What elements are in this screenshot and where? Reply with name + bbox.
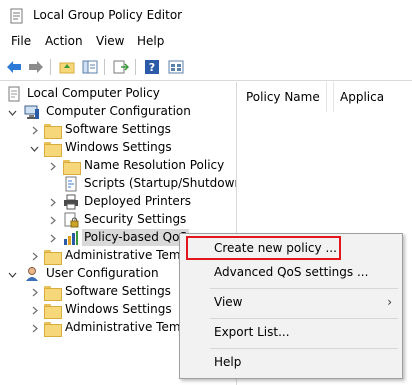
- collapsed-chevron-icon[interactable]: [46, 157, 58, 175]
- toolbar-separator: [50, 59, 51, 75]
- submenu-chevron-icon: ›: [387, 295, 392, 309]
- tree-node-label-selected: Policy-based QoS: [82, 229, 190, 246]
- toolbar: ?: [0, 53, 412, 81]
- tree-node-windows-settings[interactable]: Windows Settings: [0, 139, 236, 157]
- collapsed-chevron-icon[interactable]: [28, 301, 40, 319]
- menu-separator: [210, 288, 398, 289]
- tree-node-label: Windows Settings: [65, 302, 172, 316]
- menu-file[interactable]: File: [11, 34, 31, 48]
- column-header-policy-name[interactable]: Policy Name: [246, 82, 320, 112]
- folder-icon: [44, 122, 62, 139]
- folder-icon: [44, 248, 62, 265]
- user-icon: [24, 266, 40, 282]
- collapsed-chevron-icon[interactable]: [28, 247, 40, 265]
- up-folder-icon[interactable]: [57, 57, 77, 77]
- tree-node-label: Administrative Templ: [65, 248, 192, 262]
- qos-bar-chart-icon: [63, 230, 79, 246]
- tree-node-name-resolution-policy[interactable]: Name Resolution Policy: [0, 157, 236, 175]
- column-header-application[interactable]: Applica: [340, 82, 384, 112]
- expanded-chevron-icon[interactable]: [6, 103, 18, 121]
- tree-node-label: Deployed Printers: [84, 194, 192, 208]
- menu-separator: [210, 348, 398, 349]
- column-divider[interactable]: [333, 82, 334, 112]
- collapsed-chevron-icon[interactable]: [28, 121, 40, 139]
- collapsed-chevron-icon[interactable]: [46, 193, 58, 211]
- menu-action[interactable]: Action: [45, 34, 83, 48]
- tree-node-label: Windows Settings: [65, 140, 172, 154]
- tree-node-label: Security Settings: [84, 212, 187, 226]
- export-list-icon[interactable]: [111, 57, 131, 77]
- tree-node-label: Administrative Templ: [65, 320, 192, 334]
- tree-node-deployed-printers[interactable]: Deployed Printers: [0, 193, 236, 211]
- folder-icon: [63, 158, 81, 175]
- tree-node-local-computer-policy[interactable]: Local Computer Policy: [0, 85, 236, 103]
- tree-node-label: Software Settings: [65, 122, 171, 136]
- column-divider[interactable]: [326, 82, 327, 112]
- menu-item-view[interactable]: View ›: [180, 291, 402, 313]
- collapsed-chevron-icon[interactable]: [46, 229, 58, 247]
- tree-node-computer-configuration[interactable]: Computer Configuration: [0, 103, 236, 121]
- window-title: Local Group Policy Editor: [33, 8, 183, 22]
- tree-node-security-settings[interactable]: Security Settings: [0, 211, 236, 229]
- folder-icon: [44, 140, 62, 157]
- computer-icon: [24, 104, 40, 120]
- tree-node-scripts[interactable]: Scripts (Startup/Shutdown): [0, 175, 237, 193]
- collapsed-chevron-icon[interactable]: [28, 319, 40, 337]
- tree-node-label: Local Computer Policy: [27, 86, 160, 100]
- tree-node-label: Name Resolution Policy: [84, 158, 225, 172]
- group-policy-app-icon: [9, 8, 25, 24]
- menu-view[interactable]: View: [96, 34, 124, 48]
- collapsed-chevron-icon[interactable]: [46, 211, 58, 229]
- policy-document-icon: [6, 86, 22, 102]
- annotation-highlight-box: [186, 236, 341, 260]
- menu-item-advanced-qos-settings[interactable]: Advanced QoS settings ...: [180, 261, 402, 283]
- help-icon[interactable]: ?: [142, 57, 162, 77]
- scripts-icon: [63, 176, 79, 192]
- show-hide-tree-icon[interactable]: [80, 57, 100, 77]
- tree-node-label: User Configuration: [46, 266, 159, 280]
- tree-node-label: Scripts (Startup/Shutdown): [84, 176, 237, 190]
- collapsed-chevron-icon[interactable]: [28, 283, 40, 301]
- printer-icon: [63, 194, 79, 210]
- menu-item-view-label: View: [214, 295, 243, 309]
- svg-text:?: ?: [149, 61, 155, 74]
- expanded-chevron-icon[interactable]: [6, 265, 18, 283]
- toolbar-separator: [104, 59, 105, 75]
- menu-separator: [210, 318, 398, 319]
- folder-icon: [44, 284, 62, 301]
- folder-icon: [44, 302, 62, 319]
- folder-icon: [44, 320, 62, 337]
- menu-item-help[interactable]: Help: [180, 351, 402, 373]
- menu-bar: File Action View Help: [0, 31, 412, 52]
- toolbar-separator: [135, 59, 136, 75]
- tree-node-software-settings[interactable]: Software Settings: [0, 121, 236, 139]
- forward-icon[interactable]: [26, 57, 46, 77]
- menu-help[interactable]: Help: [137, 34, 164, 48]
- security-lock-icon: [63, 212, 79, 228]
- back-icon[interactable]: [4, 57, 24, 77]
- tree-node-label: Software Settings: [65, 284, 171, 298]
- title-bar: Local Group Policy Editor: [0, 0, 412, 31]
- tree-node-label: Computer Configuration: [46, 104, 191, 118]
- properties-icon[interactable]: [166, 57, 186, 77]
- expanded-chevron-icon[interactable]: [28, 139, 40, 157]
- menu-item-export-list[interactable]: Export List...: [180, 321, 402, 343]
